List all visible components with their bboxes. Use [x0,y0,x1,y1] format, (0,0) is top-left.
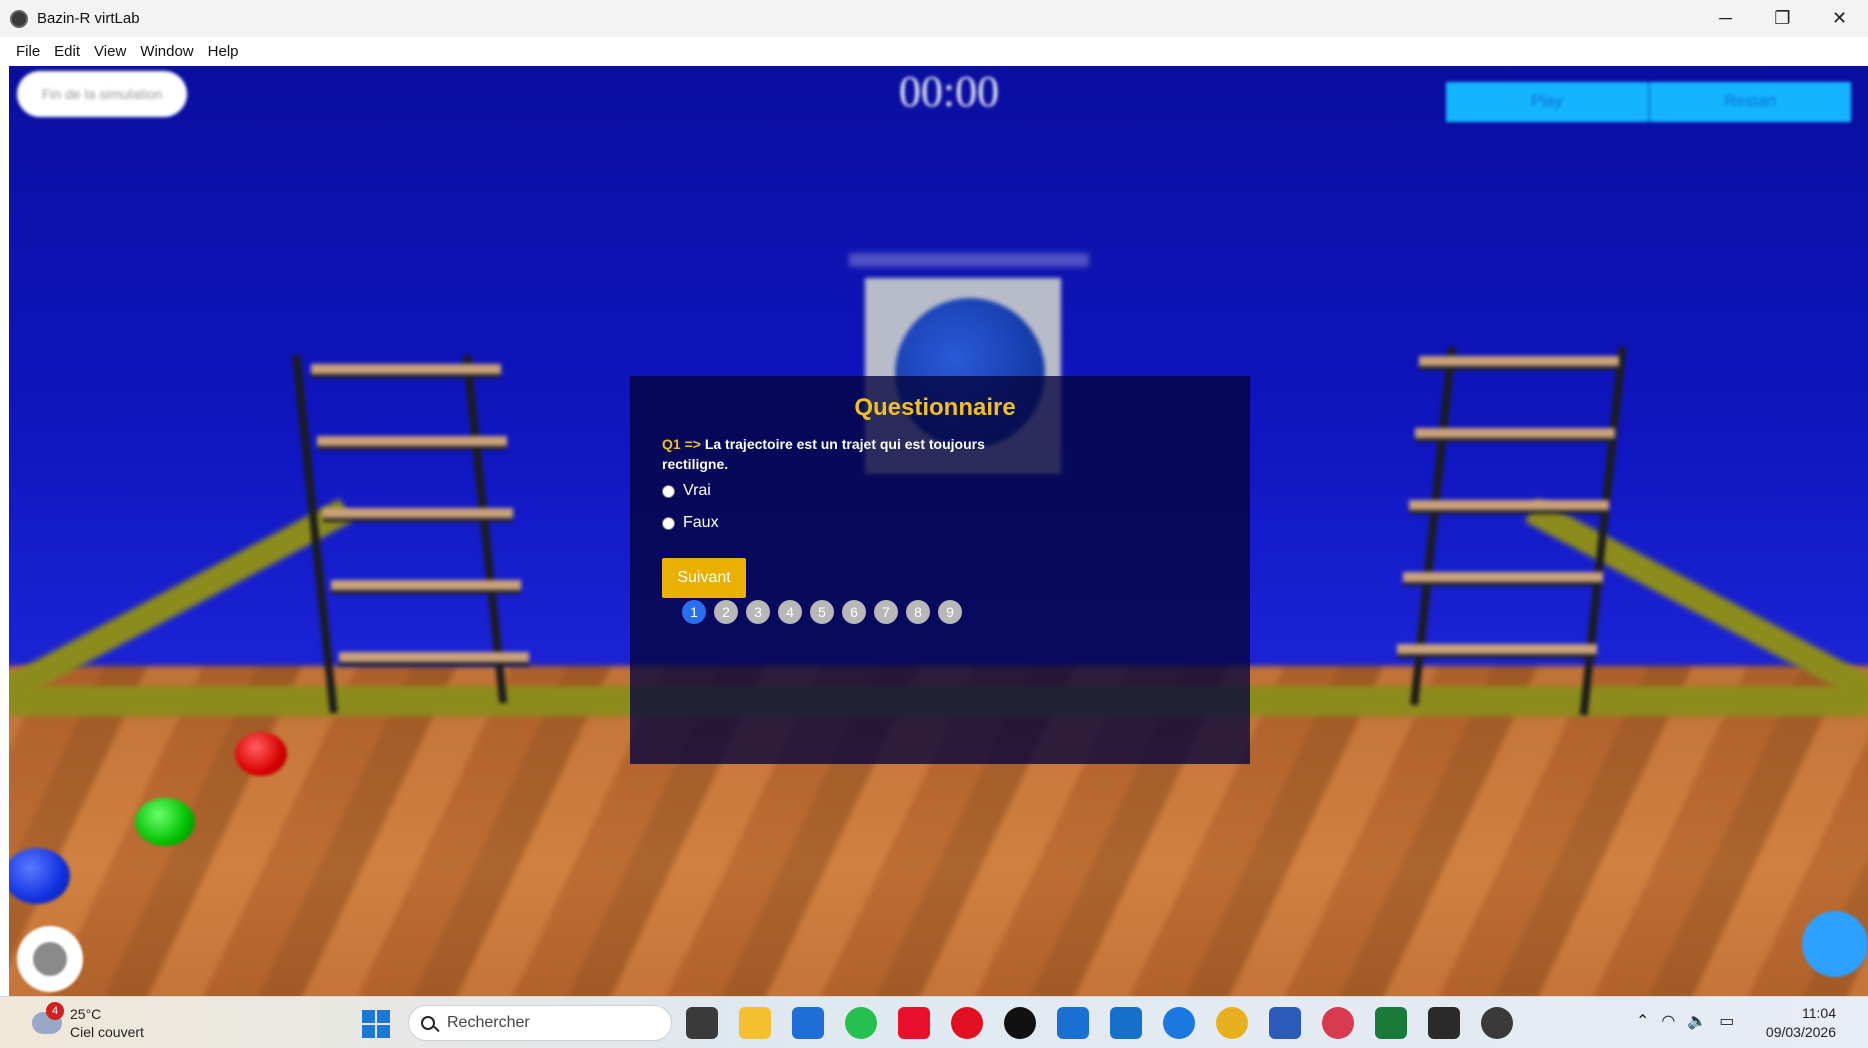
page-dot-5[interactable]: 5 [810,600,834,624]
start-icon[interactable] [362,1010,390,1038]
pinned-apps [686,1007,1534,1039]
search-placeholder: Rechercher [447,1014,530,1031]
tiktok-icon[interactable] [1004,1007,1036,1039]
volume-icon[interactable]: 🔈 [1687,1011,1707,1031]
option-faux[interactable]: Faux [662,514,719,532]
whatsapp-icon[interactable] [845,1007,877,1039]
weather-temperature: 25°C [70,1006,102,1022]
remote-desktop-icon[interactable] [1110,1007,1142,1039]
play-reset-group: Play Restart [1446,82,1851,122]
quiz-modal: Questionnaire Q1 => La trajectoire est u… [630,376,1250,764]
page-dot-7[interactable]: 7 [874,600,898,624]
battery-icon[interactable]: ▭ [1719,1011,1734,1031]
bluetooth-icon[interactable] [1163,1007,1195,1039]
page-dot-3[interactable]: 3 [746,600,770,624]
chrome-icon[interactable] [1216,1007,1248,1039]
restore-button[interactable]: ❐ [1754,0,1811,37]
taskbar-clock[interactable]: 11:04 09/03/2026 [1766,1004,1836,1042]
option-label-faux: Faux [683,514,719,531]
task-view-icon[interactable] [686,1007,718,1039]
taskbar-search[interactable]: Rechercher [408,1005,672,1041]
radio-vrai[interactable] [662,484,675,498]
chat-app-icon[interactable] [1322,1007,1354,1039]
page-dot-9[interactable]: 9 [938,600,962,624]
wifi-icon[interactable]: ◠ [1661,1011,1675,1031]
taskbar: 4 25°C Ciel couvert Rechercher ⌃ ◠ 🔈 ▭ 1… [0,996,1868,1048]
notification-badge: 4 [46,1002,64,1020]
weather-widget[interactable]: 4 25°C Ciel couvert [32,1002,144,1041]
minimize-button[interactable]: ─ [1697,0,1754,37]
joystick-control[interactable] [17,926,83,992]
action-button[interactable] [1802,911,1868,977]
green-ball[interactable] [135,798,195,846]
clock-date: 09/03/2026 [1765,1024,1836,1040]
question-number: Q1 => [662,436,701,452]
shelf-left [291,354,529,714]
quiz-title: Questionnaire [854,394,1016,421]
chevron-up-icon[interactable]: ⌃ [1636,1011,1649,1031]
excel-icon[interactable] [1375,1007,1407,1039]
app-icon [10,9,28,28]
page-dot-4[interactable]: 4 [778,600,802,624]
play-button[interactable]: Play [1446,82,1650,122]
option-label-vrai: Vrai [683,482,711,499]
shelf-right [1397,346,1629,716]
page-dot-1[interactable]: 1 [682,600,706,624]
end-simulation-button[interactable]: Fin de la simulation [17,71,187,117]
word-icon[interactable] [1269,1007,1301,1039]
file-explorer-icon[interactable] [739,1007,771,1039]
question-pager: 1 2 3 4 5 6 7 8 9 [682,600,970,624]
question-text: La trajectoire est un trajet qui est tou… [662,436,985,472]
clock-time: 11:04 [1802,1005,1836,1021]
restart-button[interactable]: Restart [1649,82,1851,122]
menu-bar: File Edit View Window Help [0,37,1868,66]
menu-file[interactable]: File [16,43,40,60]
page-dot-2[interactable]: 2 [714,600,738,624]
store-icon[interactable] [792,1007,824,1039]
virtlab-app-icon[interactable] [1481,1007,1513,1039]
youtube-icon[interactable] [898,1007,930,1039]
menu-window[interactable]: Window [140,43,193,60]
window-title: Bazin-R virtLab [37,10,140,27]
close-button[interactable]: ✕ [1811,0,1868,37]
timer: 00:00 [898,67,1000,116]
opera-icon[interactable] [951,1007,983,1039]
logo-caption [849,253,1089,267]
menu-view[interactable]: View [94,43,126,60]
red-ball[interactable] [235,732,287,776]
option-vrai[interactable]: Vrai [662,482,711,500]
system-tray: ⌃ ◠ 🔈 ▭ [1636,1011,1746,1031]
menu-help[interactable]: Help [208,43,239,60]
search-icon [421,1016,435,1030]
radio-faux[interactable] [662,516,675,530]
page-dot-8[interactable]: 8 [906,600,930,624]
next-button[interactable]: Suivant [662,558,746,598]
page-dot-6[interactable]: 6 [842,600,866,624]
window-controls: ─ ❐ ✕ [1697,0,1868,37]
terminal-icon[interactable] [1428,1007,1460,1039]
outlook-icon[interactable] [1057,1007,1089,1039]
weather-condition: Ciel couvert [70,1024,144,1040]
title-bar: Bazin-R virtLab ─ ❐ ✕ [0,0,1868,37]
question: Q1 => La trajectoire est un trajet qui e… [662,434,1002,474]
menu-edit[interactable]: Edit [54,43,80,60]
cloud-icon: 4 [32,1002,64,1034]
